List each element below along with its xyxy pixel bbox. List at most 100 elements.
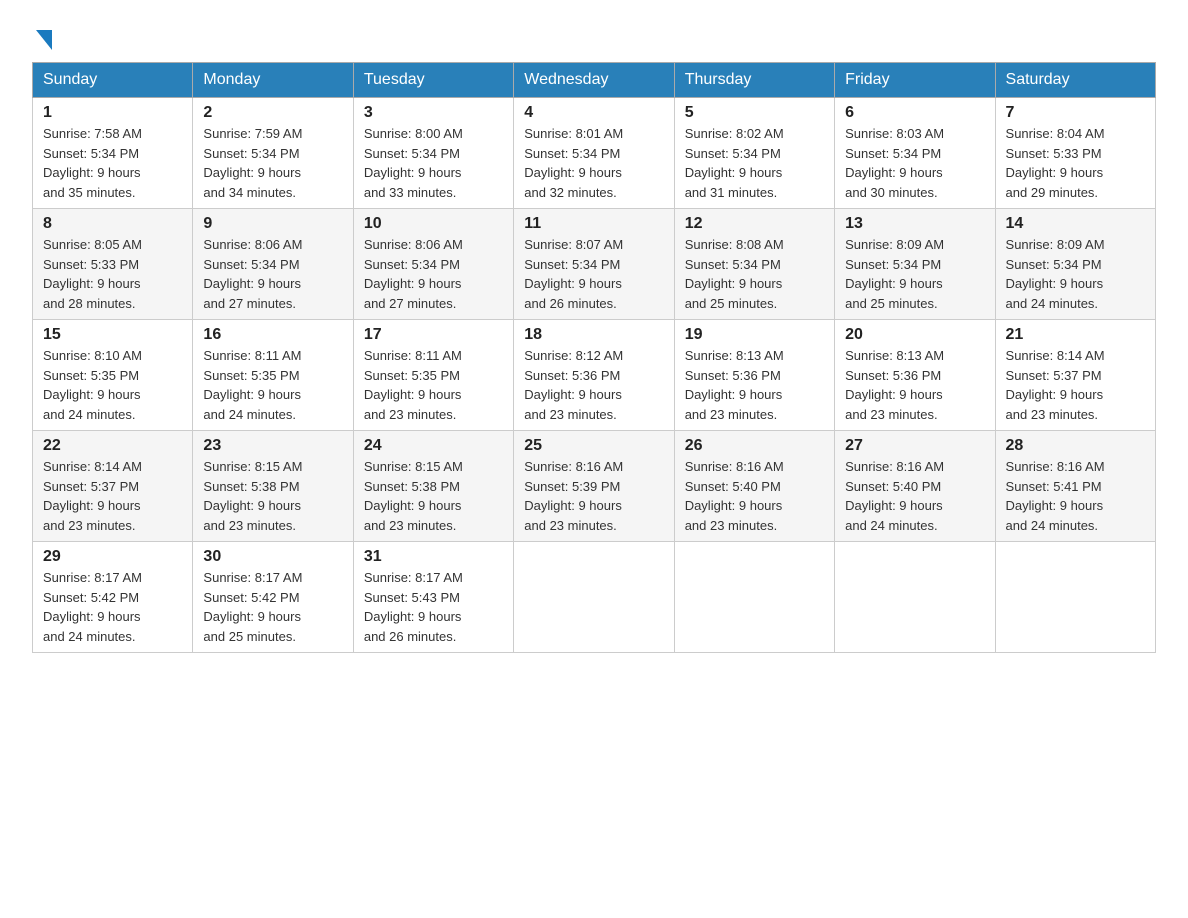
calendar-cell: 20 Sunrise: 8:13 AMSunset: 5:36 PMDaylig… bbox=[835, 320, 995, 431]
calendar-cell: 5 Sunrise: 8:02 AMSunset: 5:34 PMDayligh… bbox=[674, 98, 834, 209]
calendar-cell: 28 Sunrise: 8:16 AMSunset: 5:41 PMDaylig… bbox=[995, 431, 1155, 542]
calendar-cell: 13 Sunrise: 8:09 AMSunset: 5:34 PMDaylig… bbox=[835, 209, 995, 320]
calendar-cell: 27 Sunrise: 8:16 AMSunset: 5:40 PMDaylig… bbox=[835, 431, 995, 542]
day-number: 16 bbox=[203, 326, 342, 344]
day-number: 3 bbox=[364, 104, 503, 122]
calendar-cell: 6 Sunrise: 8:03 AMSunset: 5:34 PMDayligh… bbox=[835, 98, 995, 209]
calendar-cell: 15 Sunrise: 8:10 AMSunset: 5:35 PMDaylig… bbox=[33, 320, 193, 431]
day-info: Sunrise: 8:09 AMSunset: 5:34 PMDaylight:… bbox=[1006, 237, 1105, 311]
day-info: Sunrise: 8:14 AMSunset: 5:37 PMDaylight:… bbox=[43, 459, 142, 533]
day-info: Sunrise: 8:13 AMSunset: 5:36 PMDaylight:… bbox=[685, 348, 784, 422]
day-number: 11 bbox=[524, 215, 663, 233]
day-info: Sunrise: 8:06 AMSunset: 5:34 PMDaylight:… bbox=[203, 237, 302, 311]
calendar-cell: 11 Sunrise: 8:07 AMSunset: 5:34 PMDaylig… bbox=[514, 209, 674, 320]
calendar-cell: 4 Sunrise: 8:01 AMSunset: 5:34 PMDayligh… bbox=[514, 98, 674, 209]
day-info: Sunrise: 8:16 AMSunset: 5:39 PMDaylight:… bbox=[524, 459, 623, 533]
calendar-cell: 24 Sunrise: 8:15 AMSunset: 5:38 PMDaylig… bbox=[353, 431, 513, 542]
day-number: 1 bbox=[43, 104, 182, 122]
day-info: Sunrise: 8:13 AMSunset: 5:36 PMDaylight:… bbox=[845, 348, 944, 422]
day-number: 21 bbox=[1006, 326, 1145, 344]
day-number: 23 bbox=[203, 437, 342, 455]
day-number: 8 bbox=[43, 215, 182, 233]
day-number: 29 bbox=[43, 548, 182, 566]
calendar-cell: 23 Sunrise: 8:15 AMSunset: 5:38 PMDaylig… bbox=[193, 431, 353, 542]
page-header bbox=[32, 24, 1156, 46]
calendar-table: SundayMondayTuesdayWednesdayThursdayFrid… bbox=[32, 62, 1156, 653]
day-info: Sunrise: 8:17 AMSunset: 5:43 PMDaylight:… bbox=[364, 570, 463, 644]
day-number: 12 bbox=[685, 215, 824, 233]
calendar-cell bbox=[835, 542, 995, 653]
day-number: 7 bbox=[1006, 104, 1145, 122]
weekday-header-thursday: Thursday bbox=[674, 63, 834, 98]
day-info: Sunrise: 8:06 AMSunset: 5:34 PMDaylight:… bbox=[364, 237, 463, 311]
calendar-week-row: 22 Sunrise: 8:14 AMSunset: 5:37 PMDaylig… bbox=[33, 431, 1156, 542]
calendar-week-row: 1 Sunrise: 7:58 AMSunset: 5:34 PMDayligh… bbox=[33, 98, 1156, 209]
day-number: 24 bbox=[364, 437, 503, 455]
calendar-cell: 25 Sunrise: 8:16 AMSunset: 5:39 PMDaylig… bbox=[514, 431, 674, 542]
day-number: 14 bbox=[1006, 215, 1145, 233]
day-number: 25 bbox=[524, 437, 663, 455]
calendar-cell: 1 Sunrise: 7:58 AMSunset: 5:34 PMDayligh… bbox=[33, 98, 193, 209]
day-number: 6 bbox=[845, 104, 984, 122]
calendar-header-row: SundayMondayTuesdayWednesdayThursdayFrid… bbox=[33, 63, 1156, 98]
calendar-week-row: 29 Sunrise: 8:17 AMSunset: 5:42 PMDaylig… bbox=[33, 542, 1156, 653]
calendar-cell: 10 Sunrise: 8:06 AMSunset: 5:34 PMDaylig… bbox=[353, 209, 513, 320]
day-number: 18 bbox=[524, 326, 663, 344]
day-info: Sunrise: 8:16 AMSunset: 5:40 PMDaylight:… bbox=[685, 459, 784, 533]
day-info: Sunrise: 8:07 AMSunset: 5:34 PMDaylight:… bbox=[524, 237, 623, 311]
calendar-cell: 29 Sunrise: 8:17 AMSunset: 5:42 PMDaylig… bbox=[33, 542, 193, 653]
calendar-cell: 3 Sunrise: 8:00 AMSunset: 5:34 PMDayligh… bbox=[353, 98, 513, 209]
day-info: Sunrise: 8:10 AMSunset: 5:35 PMDaylight:… bbox=[43, 348, 142, 422]
logo bbox=[32, 24, 52, 46]
logo-arrow-icon bbox=[36, 30, 52, 50]
calendar-cell: 2 Sunrise: 7:59 AMSunset: 5:34 PMDayligh… bbox=[193, 98, 353, 209]
day-number: 31 bbox=[364, 548, 503, 566]
day-info: Sunrise: 8:17 AMSunset: 5:42 PMDaylight:… bbox=[203, 570, 302, 644]
day-number: 30 bbox=[203, 548, 342, 566]
calendar-cell bbox=[674, 542, 834, 653]
day-info: Sunrise: 8:09 AMSunset: 5:34 PMDaylight:… bbox=[845, 237, 944, 311]
day-info: Sunrise: 8:17 AMSunset: 5:42 PMDaylight:… bbox=[43, 570, 142, 644]
calendar-cell: 14 Sunrise: 8:09 AMSunset: 5:34 PMDaylig… bbox=[995, 209, 1155, 320]
calendar-cell: 30 Sunrise: 8:17 AMSunset: 5:42 PMDaylig… bbox=[193, 542, 353, 653]
day-number: 4 bbox=[524, 104, 663, 122]
weekday-header-friday: Friday bbox=[835, 63, 995, 98]
day-info: Sunrise: 8:15 AMSunset: 5:38 PMDaylight:… bbox=[203, 459, 302, 533]
calendar-cell bbox=[514, 542, 674, 653]
day-number: 19 bbox=[685, 326, 824, 344]
weekday-header-sunday: Sunday bbox=[33, 63, 193, 98]
weekday-header-tuesday: Tuesday bbox=[353, 63, 513, 98]
weekday-header-wednesday: Wednesday bbox=[514, 63, 674, 98]
day-number: 27 bbox=[845, 437, 984, 455]
calendar-cell: 31 Sunrise: 8:17 AMSunset: 5:43 PMDaylig… bbox=[353, 542, 513, 653]
day-number: 26 bbox=[685, 437, 824, 455]
day-info: Sunrise: 7:58 AMSunset: 5:34 PMDaylight:… bbox=[43, 126, 142, 200]
day-info: Sunrise: 8:01 AMSunset: 5:34 PMDaylight:… bbox=[524, 126, 623, 200]
weekday-header-saturday: Saturday bbox=[995, 63, 1155, 98]
day-info: Sunrise: 8:00 AMSunset: 5:34 PMDaylight:… bbox=[364, 126, 463, 200]
day-number: 9 bbox=[203, 215, 342, 233]
day-info: Sunrise: 8:03 AMSunset: 5:34 PMDaylight:… bbox=[845, 126, 944, 200]
day-info: Sunrise: 8:05 AMSunset: 5:33 PMDaylight:… bbox=[43, 237, 142, 311]
calendar-cell: 16 Sunrise: 8:11 AMSunset: 5:35 PMDaylig… bbox=[193, 320, 353, 431]
calendar-cell bbox=[995, 542, 1155, 653]
calendar-cell: 8 Sunrise: 8:05 AMSunset: 5:33 PMDayligh… bbox=[33, 209, 193, 320]
calendar-week-row: 8 Sunrise: 8:05 AMSunset: 5:33 PMDayligh… bbox=[33, 209, 1156, 320]
day-info: Sunrise: 8:08 AMSunset: 5:34 PMDaylight:… bbox=[685, 237, 784, 311]
day-info: Sunrise: 8:11 AMSunset: 5:35 PMDaylight:… bbox=[364, 348, 462, 422]
day-info: Sunrise: 8:04 AMSunset: 5:33 PMDaylight:… bbox=[1006, 126, 1105, 200]
day-info: Sunrise: 8:16 AMSunset: 5:41 PMDaylight:… bbox=[1006, 459, 1105, 533]
calendar-cell: 22 Sunrise: 8:14 AMSunset: 5:37 PMDaylig… bbox=[33, 431, 193, 542]
day-info: Sunrise: 8:11 AMSunset: 5:35 PMDaylight:… bbox=[203, 348, 301, 422]
calendar-cell: 9 Sunrise: 8:06 AMSunset: 5:34 PMDayligh… bbox=[193, 209, 353, 320]
calendar-cell: 26 Sunrise: 8:16 AMSunset: 5:40 PMDaylig… bbox=[674, 431, 834, 542]
day-info: Sunrise: 7:59 AMSunset: 5:34 PMDaylight:… bbox=[203, 126, 302, 200]
calendar-week-row: 15 Sunrise: 8:10 AMSunset: 5:35 PMDaylig… bbox=[33, 320, 1156, 431]
day-info: Sunrise: 8:12 AMSunset: 5:36 PMDaylight:… bbox=[524, 348, 623, 422]
day-info: Sunrise: 8:16 AMSunset: 5:40 PMDaylight:… bbox=[845, 459, 944, 533]
calendar-cell: 17 Sunrise: 8:11 AMSunset: 5:35 PMDaylig… bbox=[353, 320, 513, 431]
day-number: 15 bbox=[43, 326, 182, 344]
weekday-header-monday: Monday bbox=[193, 63, 353, 98]
day-info: Sunrise: 8:02 AMSunset: 5:34 PMDaylight:… bbox=[685, 126, 784, 200]
calendar-cell: 12 Sunrise: 8:08 AMSunset: 5:34 PMDaylig… bbox=[674, 209, 834, 320]
